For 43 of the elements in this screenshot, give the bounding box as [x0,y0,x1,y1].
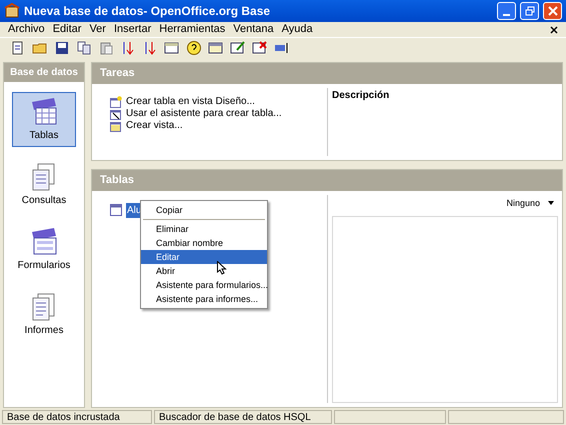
table-icon [110,108,122,120]
menu-item[interactable]: Ver [85,21,110,38]
task-link[interactable]: Crear vista... [110,120,183,132]
table-icon [110,204,122,216]
preview-dropdown[interactable]: Ninguno [506,196,554,210]
menu-item[interactable]: Herramientas [155,21,230,38]
context-menu-item[interactable]: Asistente para informes... [141,292,267,306]
close-icon [550,26,558,34]
restore-button[interactable] [520,2,539,20]
menu-item[interactable]: Archivo [4,21,49,38]
table-icon [110,96,122,108]
help-icon[interactable] [184,38,204,58]
tables-title: Tablas [92,170,562,190]
view-icon [110,120,122,132]
tasks-title: Tareas [92,63,562,84]
menu-item[interactable]: Ventana [229,21,278,38]
context-menu-item[interactable]: Copiar [141,203,267,217]
description-title: Descripción [331,88,390,102]
restore-icon [524,6,534,16]
menu-item[interactable]: Ayuda [278,21,317,38]
context-menu-item[interactable]: Editar [141,250,267,264]
context-menu-item[interactable]: Cambiar nombre [141,236,267,250]
close-icon [548,6,558,16]
sidebar-item[interactable]: Tablas [12,92,76,147]
context-menu-item[interactable]: Abrir [141,264,267,278]
sidebar-item[interactable]: Consultas [12,157,76,212]
sidebar-item[interactable]: Formularios [12,222,76,277]
minimize-button[interactable] [497,2,516,20]
task-link[interactable]: Crear tabla en vista Diseño... [110,96,255,108]
menu-item[interactable]: Insertar [110,21,156,38]
mouse-cursor-icon [217,261,227,275]
sidebar-title: Base de datos [4,63,84,82]
window-title: Nueva base de datos- OpenOffice.org Base [24,3,272,20]
status-field: Base de datos incrustada [2,410,152,424]
task-link[interactable]: Usar el asistente para crear tabla... [110,108,282,120]
status-field: Buscador de base de datos HSQL [154,410,332,424]
app-icon [4,3,20,19]
context-menu-item[interactable]: Eliminar [141,222,267,236]
menu-item[interactable]: Editar [48,21,86,38]
sidebar-item[interactable]: Informes [12,287,76,342]
context-menu-item[interactable]: Asistente para formularios... [141,278,267,292]
close-button[interactable] [543,2,562,20]
caret-icon [548,201,554,206]
